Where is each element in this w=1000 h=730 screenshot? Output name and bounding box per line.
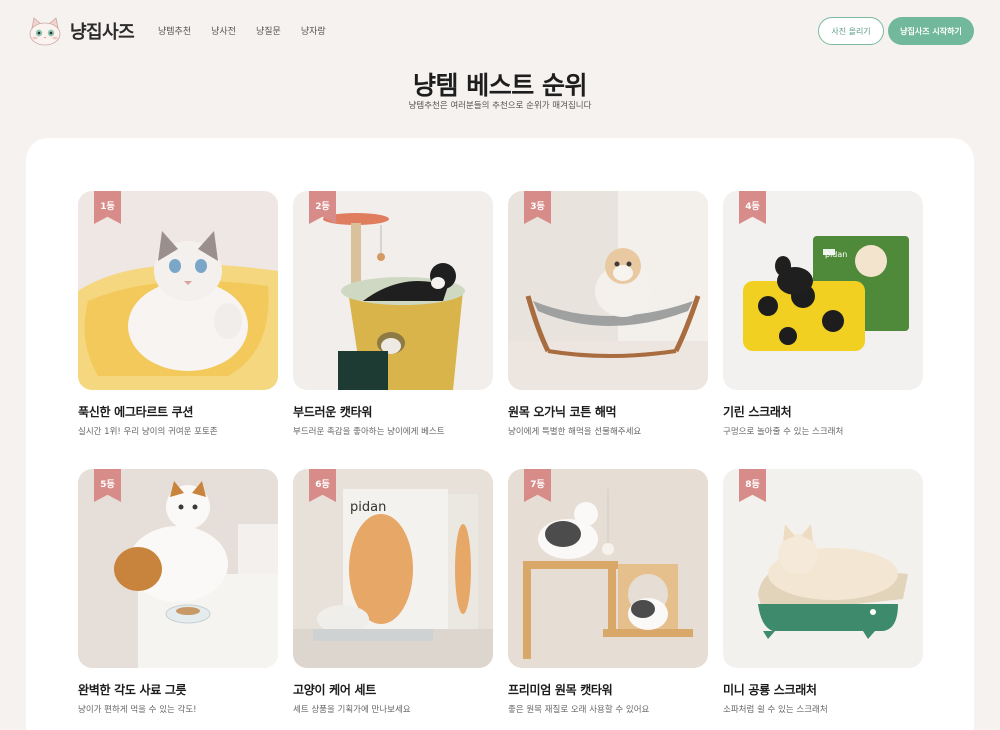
cat-cushion-photo [78, 191, 278, 390]
product-description: 소파처럼 쉴 수 있는 스크래처 [723, 705, 828, 715]
nav-item-recommend[interactable]: 냥템추천 [158, 24, 191, 37]
product-description: 좋은 원목 재질로 오래 사용할 수 있어요 [508, 705, 650, 715]
nav-item-showoff[interactable]: 냥자랑 [301, 24, 326, 37]
nav-item-dictionary[interactable]: 냥사전 [211, 24, 236, 37]
cat-logo-icon [29, 17, 61, 46]
product-image[interactable] [508, 191, 708, 390]
start-button[interactable]: 냥집사즈 시작하기 [888, 17, 974, 45]
brand-label: pidan [825, 250, 847, 259]
product-name[interactable]: 프리미엄 원목 캣타워 [508, 681, 613, 698]
wood-cat-tower-photo [508, 469, 708, 668]
product-image[interactable] [508, 469, 708, 668]
product-ranking-panel: 1등 푹신한 에그타르트 쿠션 실시간 1위! 우리 냥이의 귀여운 포토존 2… [26, 138, 974, 730]
product-image[interactable] [78, 469, 278, 668]
product-description: 냥이가 편하게 먹을 수 있는 각도! [78, 705, 197, 715]
care-set-photo: pidan [293, 469, 493, 668]
product-name[interactable]: 미니 공룡 스크래처 [723, 681, 817, 698]
product-image[interactable] [293, 191, 493, 390]
giraffe-scratcher-photo: pidan [723, 191, 923, 390]
brand-label: pidan [350, 500, 386, 515]
product-name[interactable]: 부드러운 캣타워 [293, 403, 372, 420]
dinosaur-scratcher-photo [723, 469, 923, 668]
nav-item-question[interactable]: 냥질문 [256, 24, 281, 37]
upload-photo-button[interactable]: 사진 올리기 [818, 17, 884, 45]
product-image[interactable]: pidan [293, 469, 493, 668]
product-description: 냥이에게 특별한 해먹을 선물해주세요 [508, 427, 642, 437]
cat-tower-photo [293, 191, 493, 390]
product-image[interactable] [78, 191, 278, 390]
product-image[interactable] [723, 469, 923, 668]
product-name[interactable]: 고양이 케어 세트 [293, 681, 376, 698]
logo[interactable]: 냥집사즈 [28, 15, 135, 47]
product-name[interactable]: 완벽한 각도 사료 그릇 [78, 681, 187, 698]
cat-hammock-photo [508, 191, 708, 390]
site-header: 냥집사즈 냥템추천 냥사전 냥질문 냥자랑 사진 올리기 냥집사즈 시작하기 [0, 0, 1000, 62]
feeding-bowl-photo [78, 469, 278, 668]
product-name[interactable]: 기린 스크래처 [723, 403, 792, 420]
page-title: 냥템 베스트 순위 [413, 71, 587, 100]
product-description: 부드러운 촉감을 좋아하는 냥이에게 베스트 [293, 427, 445, 437]
product-description: 실시간 1위! 우리 냥이의 귀여운 포토존 [78, 427, 218, 437]
main-nav: 냥템추천 냥사전 냥질문 냥자랑 [158, 24, 326, 37]
product-description: 구멍으로 놀아줄 수 있는 스크래처 [723, 427, 844, 437]
product-description: 세트 상품을 기획가에 만나보세요 [293, 705, 411, 715]
product-name[interactable]: 원목 오가닉 코튼 해먹 [508, 403, 617, 420]
logo-text: 냥집사즈 [70, 22, 135, 43]
page-subtitle: 냥템추천은 여러분들의 추천으로 순위가 매겨집니다 [408, 101, 592, 111]
product-image[interactable]: pidan [723, 191, 923, 390]
product-name[interactable]: 푹신한 에그타르트 쿠션 [78, 403, 193, 420]
